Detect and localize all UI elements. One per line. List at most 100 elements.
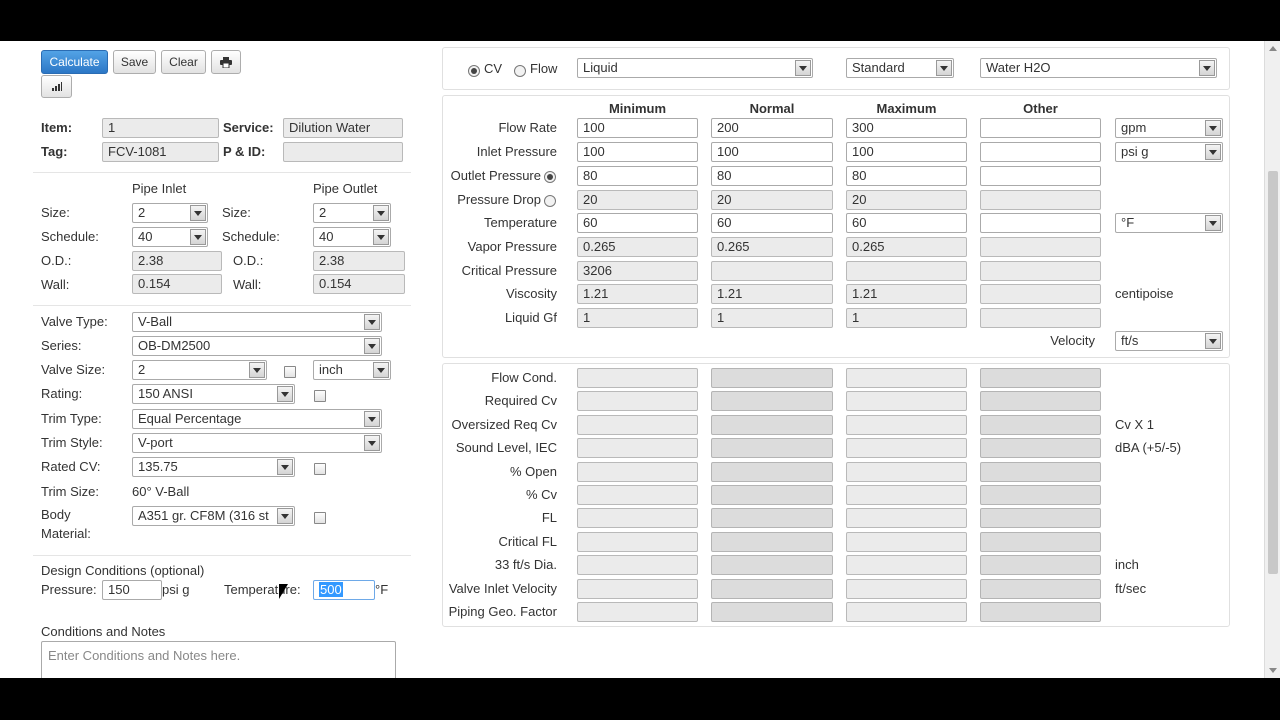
result-value-field (711, 579, 833, 599)
process-value-field[interactable]: 100 (711, 142, 833, 162)
service-field[interactable]: Dilution Water (283, 118, 403, 138)
chevron-down-icon (1205, 333, 1221, 349)
inlet-schedule-select[interactable]: 40 (132, 227, 208, 247)
valve-size-checkbox[interactable] (284, 366, 296, 378)
result-value-field (711, 532, 833, 552)
process-value-field[interactable] (980, 166, 1101, 186)
series-select[interactable]: OB-DM2500 (132, 336, 382, 356)
print-button[interactable] (211, 50, 241, 74)
unit-select[interactable]: gpm (1115, 118, 1223, 138)
outlet-od-field[interactable]: 2.38 (313, 251, 405, 271)
fluid-type-select[interactable]: Liquid (577, 58, 813, 78)
process-value-field[interactable] (980, 237, 1101, 257)
save-button[interactable]: Save (113, 50, 156, 74)
rating-checkbox[interactable] (314, 390, 326, 402)
body-material-checkbox[interactable] (314, 512, 326, 524)
input-row-label: Liquid Gf (504, 310, 557, 325)
process-value-field[interactable]: 80 (846, 166, 967, 186)
result-value-field (711, 602, 833, 622)
result-value-field (577, 508, 698, 528)
scroll-thumb[interactable] (1268, 171, 1278, 574)
fluid-select[interactable]: Water H2O (980, 58, 1217, 78)
pid-field[interactable] (283, 142, 403, 162)
process-value-field[interactable]: 80 (711, 166, 833, 186)
trim-style-select[interactable]: V-port (132, 433, 382, 453)
standard-select[interactable]: Standard (846, 58, 954, 78)
inlet-wall-field[interactable]: 0.154 (132, 274, 222, 294)
process-value-field[interactable]: 200 (711, 118, 833, 138)
process-value-field[interactable] (980, 118, 1101, 138)
process-value-field[interactable]: 1.21 (577, 284, 698, 304)
process-value-field[interactable]: 100 (577, 142, 698, 162)
process-value-field[interactable]: 20 (711, 190, 833, 210)
inlet-size-select[interactable]: 2 (132, 203, 208, 223)
trim-type-select[interactable]: Equal Percentage (132, 409, 382, 429)
result-value-field (846, 485, 967, 505)
process-value-field[interactable]: 60 (577, 213, 698, 233)
design-temperature-input[interactable]: 500 (313, 580, 375, 600)
outlet-schedule-select[interactable]: 40 (313, 227, 391, 247)
result-value-field (980, 508, 1101, 528)
inlet-od-field[interactable]: 2.38 (132, 251, 222, 271)
body-material-select[interactable]: A351 gr. CF8M (316 st (132, 506, 295, 526)
calculate-button[interactable]: Calculate (41, 50, 108, 74)
process-value-field[interactable]: 60 (711, 213, 833, 233)
rating-select[interactable]: 150 ANSI (132, 384, 295, 404)
rated-cv-checkbox[interactable] (314, 463, 326, 475)
process-value-field[interactable]: 100 (577, 118, 698, 138)
process-value-field[interactable]: 300 (846, 118, 967, 138)
process-value-field[interactable] (980, 142, 1101, 162)
process-value-field[interactable] (846, 261, 967, 281)
process-value-field[interactable]: 20 (846, 190, 967, 210)
outlet-size-select[interactable]: 2 (313, 203, 391, 223)
tag-field[interactable]: FCV-1081 (102, 142, 219, 162)
outlet-pressure-radio[interactable] (544, 171, 556, 183)
scroll-up-icon[interactable] (1269, 46, 1277, 51)
pressure-drop-radio[interactable] (544, 195, 556, 207)
process-value-field[interactable] (980, 308, 1101, 328)
cv-radio[interactable] (468, 65, 480, 77)
valve-type-select[interactable]: V-Ball (132, 312, 382, 332)
item-field[interactable]: 1 (102, 118, 219, 138)
valve-size-select[interactable]: 2 (132, 360, 267, 380)
process-value-field[interactable]: 1.21 (846, 284, 967, 304)
notes-textarea[interactable]: Enter Conditions and Notes here. (41, 641, 396, 678)
process-value-field[interactable]: 20 (577, 190, 698, 210)
design-pressure-input[interactable]: 150 (102, 580, 162, 600)
column-other: Other (1023, 101, 1058, 116)
clear-button[interactable]: Clear (161, 50, 206, 74)
rated-cv-select[interactable]: 135.75 (132, 457, 295, 477)
process-value-field[interactable]: 0.265 (711, 237, 833, 257)
result-value-field (711, 462, 833, 482)
process-value-field[interactable]: 1 (711, 308, 833, 328)
velocity-unit-select[interactable]: ft/s (1115, 331, 1223, 351)
process-value-field[interactable] (980, 190, 1101, 210)
process-value-field[interactable] (980, 261, 1101, 281)
process-value-field[interactable] (980, 284, 1101, 304)
process-value-field[interactable] (980, 213, 1101, 233)
process-value-field[interactable]: 80 (577, 166, 698, 186)
valve-size-unit-select[interactable]: inch (313, 360, 391, 380)
pipe-inlet-header: Pipe Inlet (132, 181, 187, 196)
result-value-field (980, 462, 1101, 482)
page-scrollbar[interactable] (1264, 41, 1280, 678)
rated-cv-label: Rated CV: (41, 459, 101, 474)
scroll-down-icon[interactable] (1269, 668, 1277, 673)
process-value-field[interactable]: 60 (846, 213, 967, 233)
process-value-field[interactable]: 3206 (577, 261, 698, 281)
process-value-field[interactable]: 0.265 (846, 237, 967, 257)
chart-button[interactable] (41, 75, 72, 98)
process-value-field[interactable]: 1 (577, 308, 698, 328)
process-value-field[interactable]: 100 (846, 142, 967, 162)
unit-select[interactable]: psi g (1115, 142, 1223, 162)
outlet-wall-field[interactable]: 0.154 (313, 274, 405, 294)
process-value-field[interactable] (711, 261, 833, 281)
chevron-down-icon (364, 338, 380, 354)
process-value-field[interactable]: 1 (846, 308, 967, 328)
process-value-field[interactable]: 1.21 (711, 284, 833, 304)
outlet-od-label: O.D.: (233, 253, 264, 268)
unit-select[interactable]: °F (1115, 213, 1223, 233)
flow-radio[interactable] (514, 65, 526, 77)
design-temperature-label: Temperature: (224, 582, 301, 597)
process-value-field[interactable]: 0.265 (577, 237, 698, 257)
